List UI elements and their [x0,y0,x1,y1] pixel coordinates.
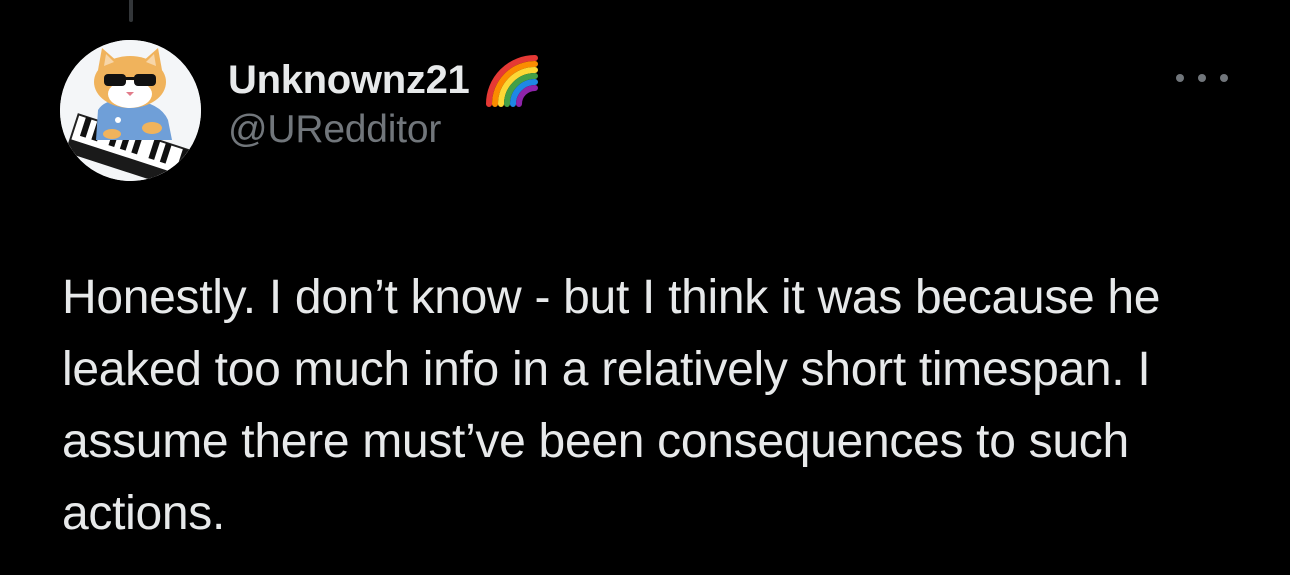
rainbow-icon [481,50,541,110]
more-options-icon[interactable] [1176,68,1228,88]
thread-connector-line [129,0,133,22]
more-dot [1220,74,1228,82]
name-row: Unknownz21 [228,52,541,108]
tweet-author: Unknownz21 @URedditor [228,52,541,152]
cat-avatar-icon [60,40,201,181]
more-dot [1198,74,1206,82]
more-dot [1176,74,1184,82]
author-handle[interactable]: @URedditor [228,108,541,152]
author-display-name[interactable]: Unknownz21 [228,58,470,103]
tweet-text: Honestly. I don’t know - but I think it … [62,271,1161,540]
avatar[interactable] [60,40,201,181]
